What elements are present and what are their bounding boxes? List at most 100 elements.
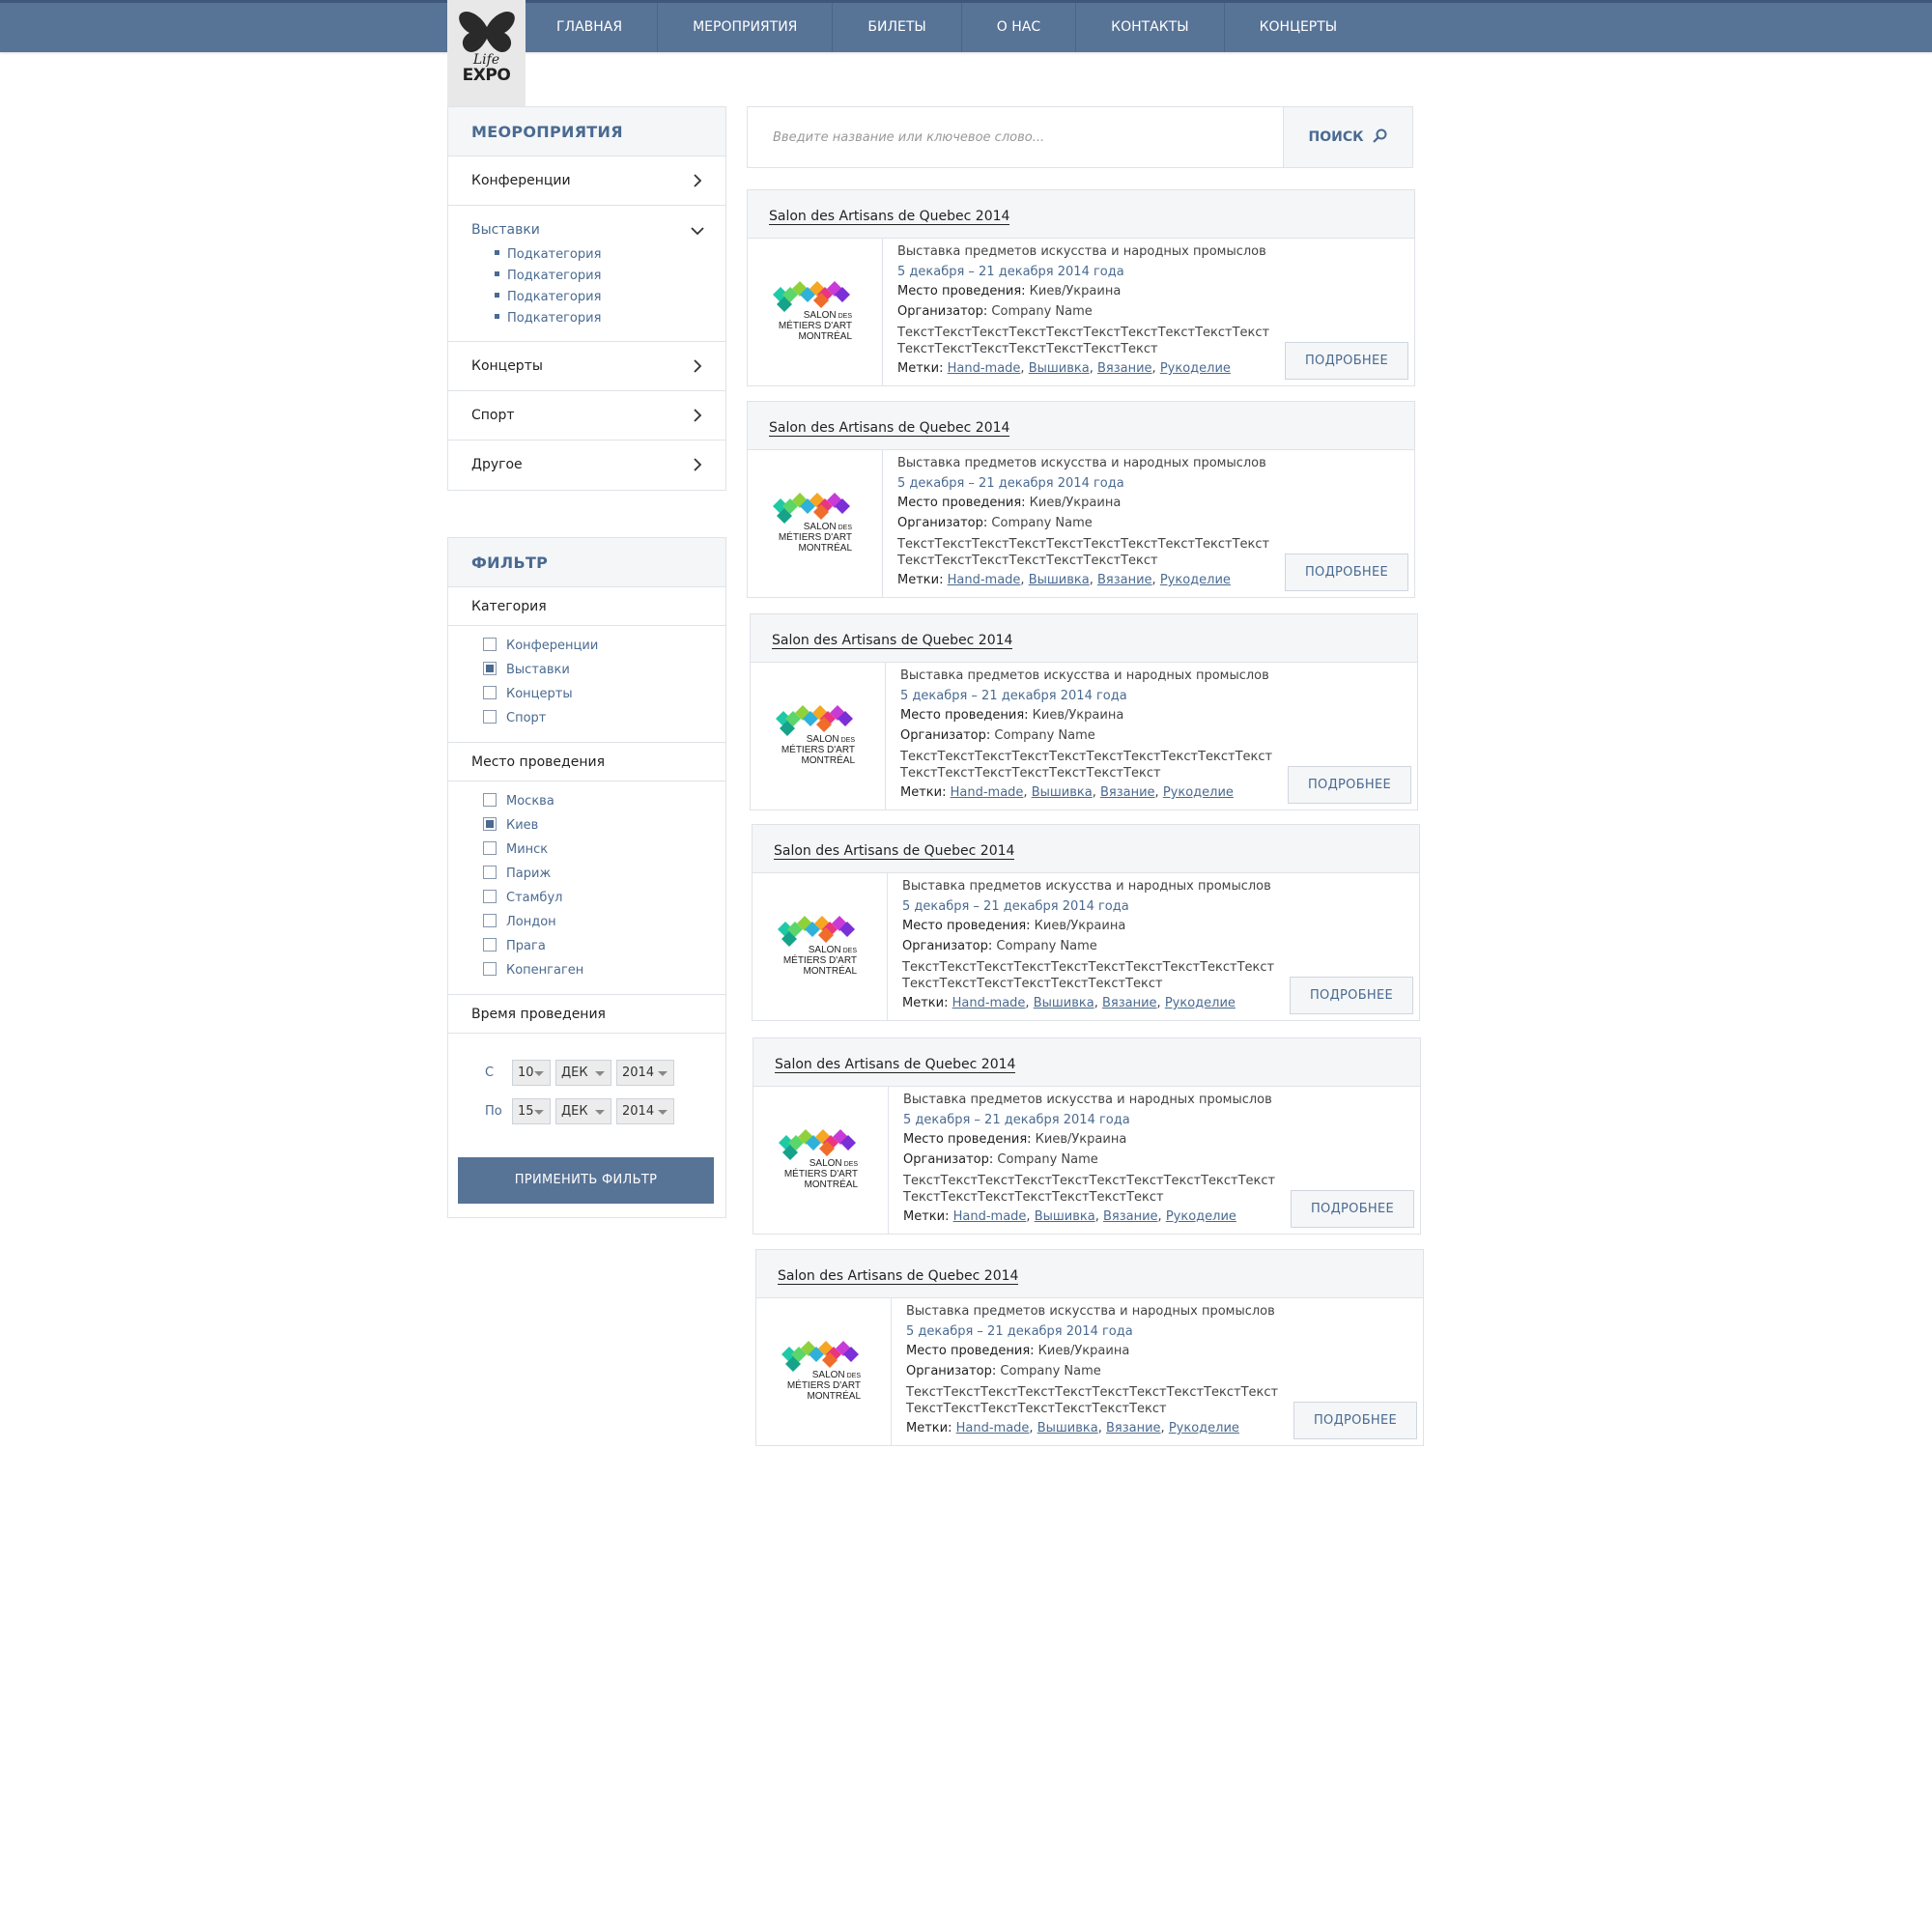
tag-link[interactable]: Рукоделие <box>1160 573 1231 587</box>
tag-link[interactable]: Hand-made <box>951 785 1024 800</box>
tag-link[interactable]: Hand-made <box>948 361 1021 376</box>
tag-link[interactable]: Вышивка <box>1032 785 1093 800</box>
checkbox-checked[interactable] <box>483 661 497 675</box>
tag-link[interactable]: Рукоделие <box>1163 785 1234 800</box>
tag-link[interactable]: Hand-made <box>953 1209 1027 1224</box>
tag-link[interactable]: Рукоделие <box>1160 361 1231 376</box>
to-month-select[interactable]: ДЕК <box>555 1097 611 1124</box>
tag-link[interactable]: Вышивка <box>1029 573 1090 587</box>
event-text-line: ТекстТекстТекстТекстТекстТекстТекст <box>897 342 1158 356</box>
menu-item-other[interactable]: Другое <box>448 440 725 490</box>
tag-link[interactable]: Вязание <box>1102 996 1157 1010</box>
event-logo[interactable]: SALON DES MÉTIERS D'ART MONTRÉAL <box>753 1087 889 1234</box>
logo-text-montreal: MONTRÉAL <box>803 964 857 977</box>
nav-item-about[interactable]: О НАС <box>962 3 1077 52</box>
checkbox-checked[interactable] <box>483 816 497 831</box>
from-month-select[interactable]: ДЕК <box>555 1059 611 1086</box>
menu-item-label[interactable]: Выставки <box>471 215 725 244</box>
nav-item-home[interactable]: ГЛАВНАЯ <box>522 3 659 52</box>
tag-link[interactable]: Вязание <box>1106 1421 1161 1435</box>
tag-link[interactable]: Вышивка <box>1035 1209 1095 1224</box>
filter-option[interactable]: Выставки <box>483 658 725 682</box>
filter-option[interactable]: Москва <box>483 789 725 813</box>
event-logo[interactable]: SALON DES MÉTIERS D'ART MONTRÉAL <box>756 1298 892 1445</box>
filter-option[interactable]: Киев <box>483 813 725 838</box>
menu-item-conferences[interactable]: Конференции <box>448 156 725 206</box>
filter-option[interactable]: Лондон <box>483 910 725 934</box>
event-logo[interactable]: SALON DES MÉTIERS D'ART MONTRÉAL <box>748 239 883 385</box>
logo-text-montreal: MONTRÉAL <box>807 1389 861 1402</box>
chevron-down-icon[interactable] <box>691 224 704 238</box>
event-title-link[interactable]: Salon des Artisans de Quebec 2014 <box>772 633 1013 649</box>
tag-link[interactable]: Вязание <box>1097 573 1152 587</box>
event-title-link[interactable]: Salon des Artisans de Quebec 2014 <box>775 1057 1016 1073</box>
event-logo[interactable]: SALON DES MÉTIERS D'ART MONTRÉAL <box>751 663 886 810</box>
checkbox[interactable] <box>483 961 497 976</box>
filter-option[interactable]: Стамбул <box>483 886 725 910</box>
more-details-button[interactable]: ПОДРОБНЕЕ <box>1285 554 1408 591</box>
nav-item-events[interactable]: МЕРОПРИЯТИЯ <box>658 3 834 52</box>
checkbox[interactable] <box>483 937 497 952</box>
more-details-button[interactable]: ПОДРОБНЕЕ <box>1291 1190 1414 1228</box>
event-logo[interactable]: SALON DES MÉTIERS D'ART MONTRÉAL <box>753 873 888 1020</box>
subcategory-item[interactable]: Подкатегория <box>495 266 725 287</box>
tag-link[interactable]: Hand-made <box>948 573 1021 587</box>
filter-option[interactable]: Спорт <box>483 706 725 730</box>
event-logo[interactable]: SALON DES MÉTIERS D'ART MONTRÉAL <box>748 450 883 597</box>
tag-link[interactable]: Вязание <box>1103 1209 1158 1224</box>
menu-item-concerts[interactable]: Концерты <box>448 342 725 391</box>
event-title-link[interactable]: Salon des Artisans de Quebec 2014 <box>769 209 1010 225</box>
filter-option[interactable]: Минск <box>483 838 725 862</box>
search-input[interactable] <box>748 107 1284 167</box>
to-day-select[interactable]: 15 <box>512 1097 551 1124</box>
tag-link[interactable]: Hand-made <box>952 996 1026 1010</box>
event-details: Выставка предметов искусства и народных … <box>897 242 1303 380</box>
checkbox[interactable] <box>483 685 497 699</box>
from-day-select[interactable]: 10 <box>512 1059 551 1086</box>
event-details: Выставка предметов искусства и народных … <box>902 877 1308 1014</box>
tag-link[interactable]: Вязание <box>1097 361 1152 376</box>
event-title-link[interactable]: Salon des Artisans de Quebec 2014 <box>778 1268 1019 1285</box>
apply-filter-button[interactable]: ПРИМЕНИТЬ ФИЛЬТР <box>458 1157 714 1204</box>
more-details-button[interactable]: ПОДРОБНЕЕ <box>1290 977 1413 1014</box>
menu-item-sport[interactable]: Спорт <box>448 391 725 440</box>
checkbox[interactable] <box>483 709 497 724</box>
search-button[interactable]: ПОИСК <box>1283 107 1412 167</box>
filter-option[interactable]: Копенгаген <box>483 958 725 982</box>
filter-option[interactable]: Прага <box>483 934 725 958</box>
subcategory-item[interactable]: Подкатегория <box>495 244 725 266</box>
site-logo[interactable]: Life EXPO <box>447 0 526 106</box>
to-year-select[interactable]: 2014 <box>616 1097 674 1124</box>
event-text: ТекстТекстТекстТекстТекстТекстТекстТекст… <box>897 325 1303 357</box>
tag-link[interactable]: Вышивка <box>1037 1421 1098 1435</box>
subcategory-item[interactable]: Подкатегория <box>495 308 725 329</box>
filter-option[interactable]: Конференции <box>483 634 725 658</box>
tag-link[interactable]: Вязание <box>1100 785 1155 800</box>
tag-link[interactable]: Вышивка <box>1029 361 1090 376</box>
tag-link[interactable]: Рукоделие <box>1165 996 1236 1010</box>
tag-link[interactable]: Рукоделие <box>1169 1421 1239 1435</box>
filter-option[interactable]: Концерты <box>483 682 725 706</box>
tag-link[interactable]: Рукоделие <box>1166 1209 1236 1224</box>
more-details-button[interactable]: ПОДРОБНЕЕ <box>1288 766 1411 804</box>
checkbox[interactable] <box>483 889 497 903</box>
tag-link[interactable]: Вышивка <box>1034 996 1094 1010</box>
nav-item-concerts[interactable]: КОНЦЕРТЫ <box>1225 3 1373 52</box>
nav-item-tickets[interactable]: БИЛЕТЫ <box>833 3 962 52</box>
checkbox[interactable] <box>483 865 497 879</box>
tag-link[interactable]: Hand-made <box>956 1421 1030 1435</box>
checkbox[interactable] <box>483 637 497 651</box>
filter-option[interactable]: Париж <box>483 862 725 886</box>
event-title-link[interactable]: Salon des Artisans de Quebec 2014 <box>774 843 1015 860</box>
more-details-button[interactable]: ПОДРОБНЕЕ <box>1285 342 1408 380</box>
checkbox[interactable] <box>483 792 497 807</box>
checkbox[interactable] <box>483 840 497 855</box>
checkbox[interactable] <box>483 913 497 927</box>
nav-item-contacts[interactable]: КОНТАКТЫ <box>1076 3 1225 52</box>
from-year-select[interactable]: 2014 <box>616 1059 674 1086</box>
venue-label: Место проведения: <box>903 1132 1032 1147</box>
more-details-button[interactable]: ПОДРОБНЕЕ <box>1293 1402 1417 1439</box>
filter-time-section: Время проведения С 10 ДЕК 2014 По 15 ДЕК… <box>448 995 725 1204</box>
subcategory-item[interactable]: Подкатегория <box>495 287 725 308</box>
event-title-link[interactable]: Salon des Artisans de Quebec 2014 <box>769 420 1010 437</box>
